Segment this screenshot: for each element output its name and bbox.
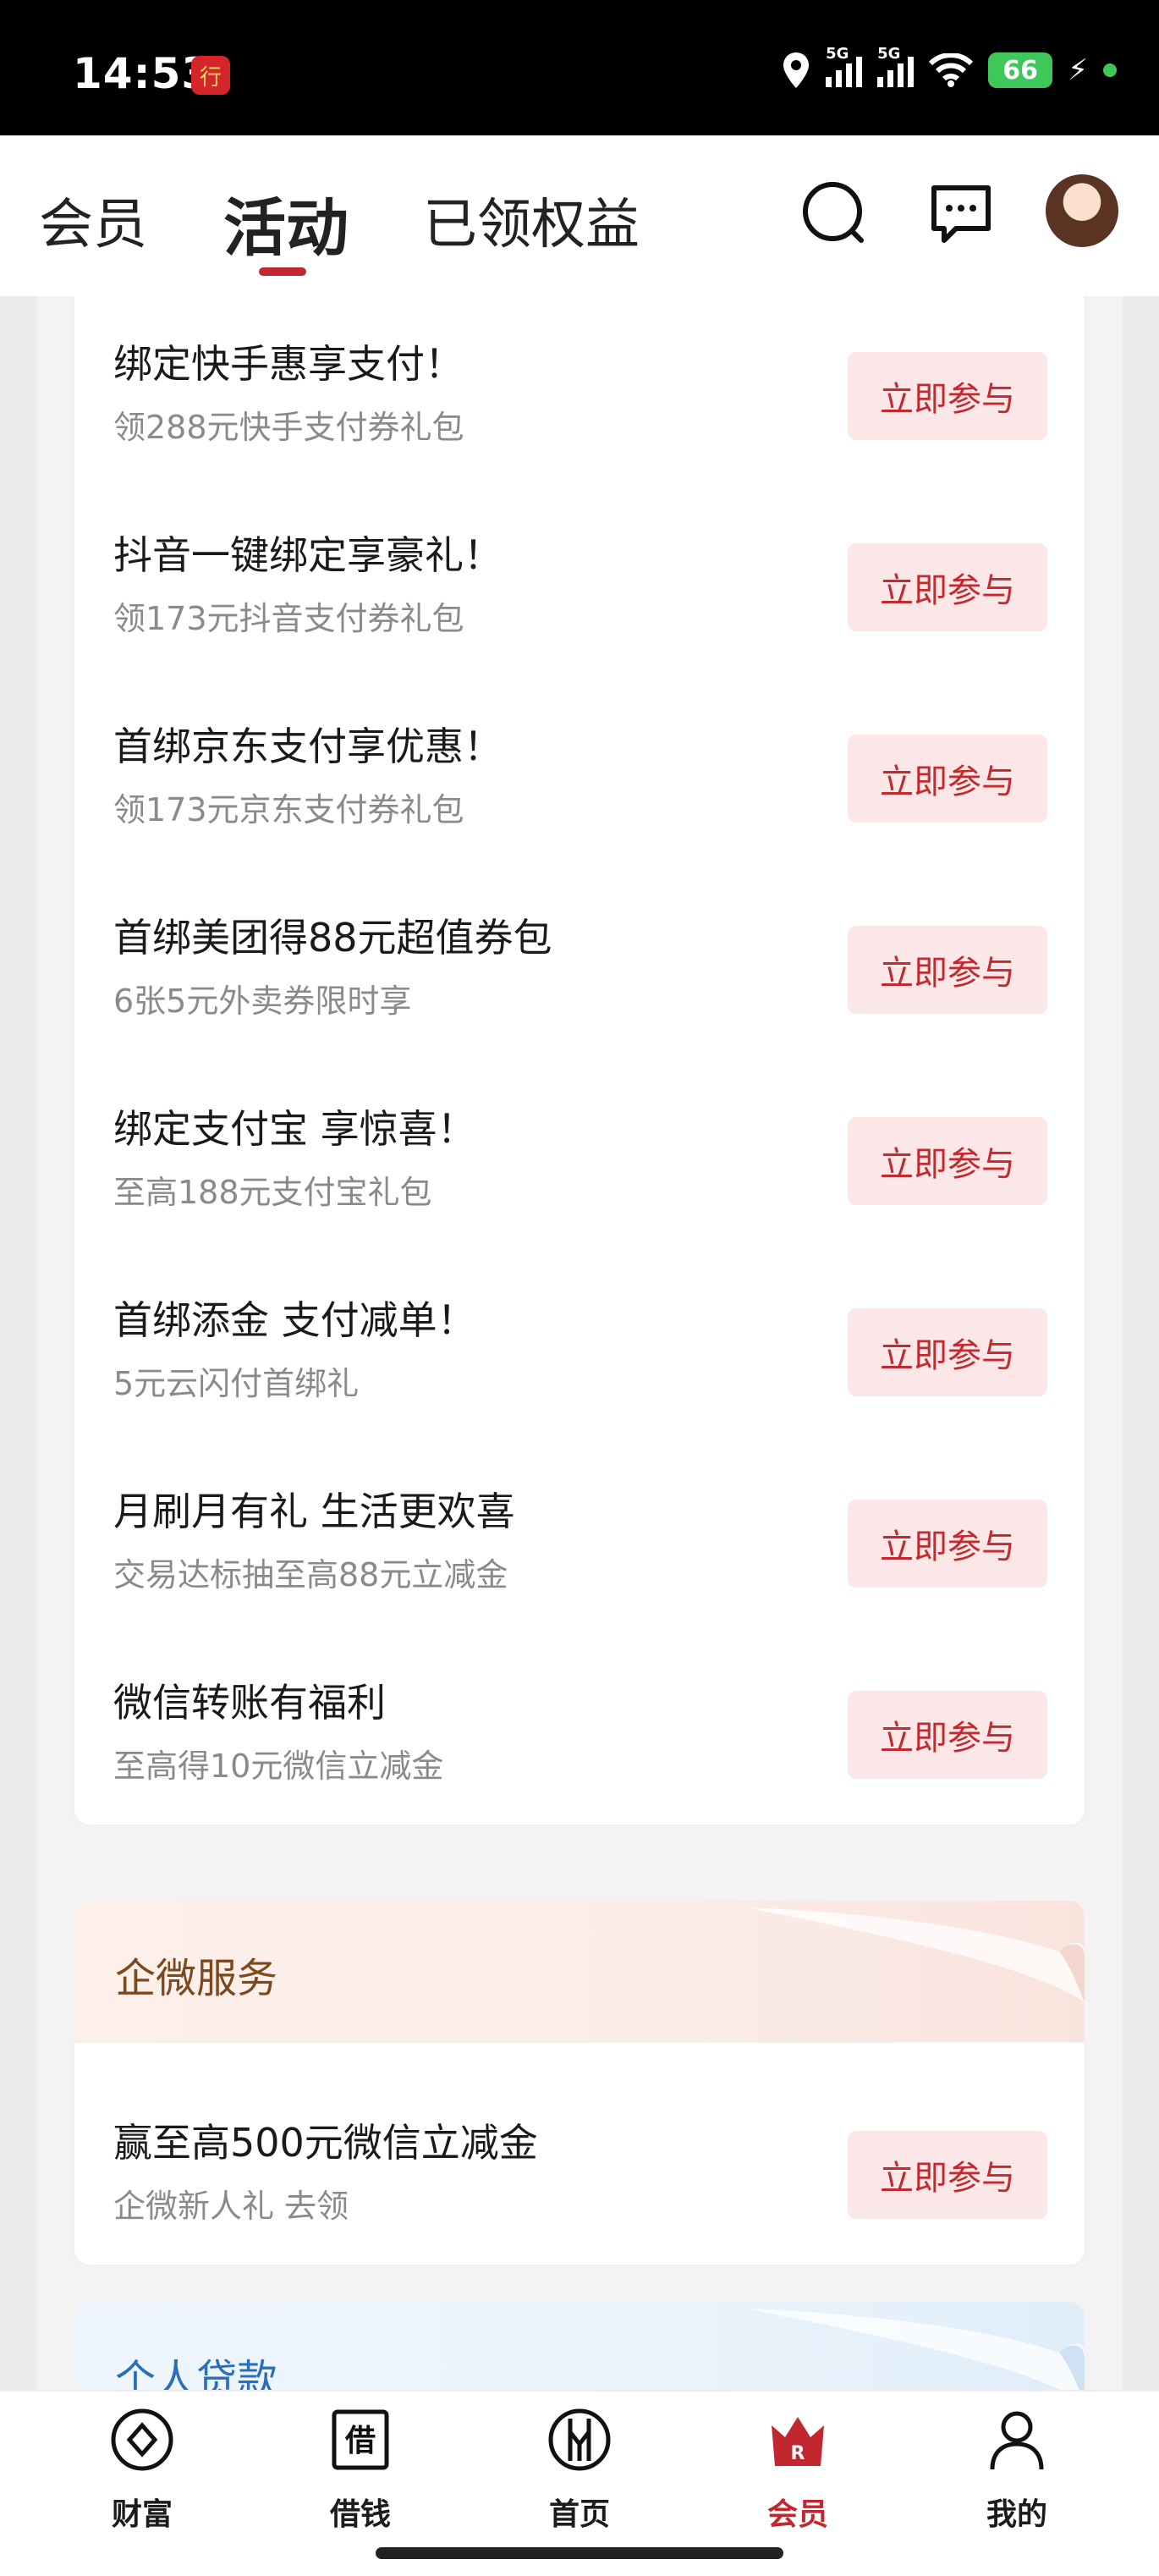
list-item: 月刷月有礼 生活更欢喜 交易达标抽至高88元立减金 立即参与 bbox=[74, 1427, 1085, 1618]
decorative-page-curl bbox=[746, 1907, 1085, 2002]
join-button[interactable]: 立即参与 bbox=[848, 543, 1047, 631]
wecom-section-title: 企微服务 bbox=[115, 1955, 278, 2002]
list-item: 绑定支付宝 享惊喜！ 至高188元支付宝礼包 立即参与 bbox=[74, 1044, 1085, 1236]
activity-title: 抖音一键绑定享豪礼！ bbox=[113, 532, 503, 578]
activity-subtitle: 领173元抖音支付券礼包 bbox=[113, 600, 464, 637]
left-edge bbox=[0, 296, 37, 2390]
profile-icon bbox=[990, 2411, 1044, 2470]
list-item: 抖音一键绑定享豪礼！ 领173元抖音支付券礼包 立即参与 bbox=[74, 471, 1085, 662]
activity-subtitle: 6张5元外卖券限时享 bbox=[113, 983, 412, 1020]
activity-title: 月刷月有礼 生活更欢喜 bbox=[113, 1489, 515, 1534]
join-button[interactable]: 立即参与 bbox=[848, 1691, 1047, 1779]
wecom-item-subtitle: 企微新人礼 去领 bbox=[113, 2188, 349, 2225]
status-bar: 14:53 行 5G 5G 66 ⚡ bbox=[0, 0, 1159, 135]
right-edge bbox=[1122, 296, 1159, 2390]
tab-claimed-benefits[interactable]: 已领权益 bbox=[423, 181, 640, 259]
activities-card: 绑定快手惠享支付！ 领288元快手支付券礼包 立即参与 抖音一键绑定享豪礼！ 领… bbox=[74, 296, 1085, 1825]
activity-subtitle: 领173元京东支付券礼包 bbox=[113, 791, 464, 828]
svg-text:R: R bbox=[791, 2443, 805, 2464]
borrow-icon: 借 bbox=[332, 2409, 389, 2470]
bank-app-icon: 行 bbox=[191, 56, 230, 95]
activity-list-scroll[interactable]: 绑定快手惠享支付！ 领288元快手支付券礼包 立即参与 抖音一键绑定享豪礼！ 领… bbox=[0, 296, 1159, 2390]
join-button[interactable]: 立即参与 bbox=[848, 352, 1047, 440]
wifi-icon bbox=[929, 53, 974, 87]
svg-text:借: 借 bbox=[344, 2424, 376, 2458]
list-item: 首绑京东支付享优惠！ 领173元京东支付券礼包 立即参与 bbox=[74, 662, 1085, 853]
top-header: 会员 活动 已领权益 bbox=[0, 135, 1159, 296]
activity-title: 绑定支付宝 享惊喜！ bbox=[113, 1106, 476, 1152]
activity-title: 绑定快手惠享支付！ bbox=[113, 341, 464, 387]
nav-profile[interactable]: 我的 bbox=[932, 2407, 1101, 2534]
nav-label: 首页 bbox=[548, 2497, 610, 2532]
join-button[interactable]: 立即参与 bbox=[848, 735, 1047, 823]
nav-label: 财富 bbox=[111, 2497, 173, 2532]
home-indicator[interactable] bbox=[376, 2547, 783, 2559]
join-button[interactable]: 立即参与 bbox=[848, 1308, 1047, 1396]
list-item: 首绑美团得88元超值券包 6张5元外卖券限时享 立即参与 bbox=[74, 853, 1085, 1044]
charging-icon: ⚡ bbox=[1068, 53, 1088, 87]
status-indicators: 5G 5G 66 ⚡ bbox=[782, 45, 1117, 90]
avatar[interactable] bbox=[1046, 174, 1118, 247]
message-icon[interactable] bbox=[927, 179, 995, 247]
wealth-icon bbox=[111, 2408, 173, 2471]
list-item: 绑定快手惠享支付！ 领288元快手支付券礼包 立即参与 bbox=[74, 296, 1085, 471]
tab-member[interactable]: 会员 bbox=[39, 181, 147, 259]
loan-section-title: 个人贷款 bbox=[115, 2356, 278, 2390]
nav-label: 借钱 bbox=[329, 2497, 391, 2532]
loan-section-header: 个人贷款 bbox=[74, 2302, 1085, 2390]
list-item: 赢至高500元微信立减金 企微新人礼 去领 立即参与 bbox=[74, 2058, 1085, 2249]
join-button[interactable]: 立即参与 bbox=[848, 1500, 1047, 1588]
nav-borrow[interactable]: 借 借钱 bbox=[276, 2407, 445, 2534]
nav-member[interactable]: R 会员 bbox=[713, 2407, 882, 2534]
search-icon[interactable] bbox=[800, 179, 868, 247]
home-icon bbox=[548, 2408, 611, 2471]
list-item: 微信转账有福利 至高得10元微信立减金 立即参与 bbox=[74, 1618, 1085, 1809]
activity-title: 首绑添金 支付减单！ bbox=[113, 1297, 476, 1343]
nav-wealth[interactable]: 财富 bbox=[58, 2407, 227, 2534]
nav-label: 我的 bbox=[986, 2497, 1047, 2532]
join-button[interactable]: 立即参与 bbox=[848, 2131, 1047, 2219]
nav-home[interactable]: 首页 bbox=[495, 2407, 664, 2534]
join-button[interactable]: 立即参与 bbox=[848, 1117, 1047, 1205]
signal-icon-2: 5G bbox=[877, 45, 915, 87]
activity-subtitle: 至高188元支付宝礼包 bbox=[113, 1174, 432, 1211]
nav-label: 会员 bbox=[766, 2497, 828, 2532]
location-icon bbox=[783, 52, 810, 88]
join-button[interactable]: 立即参与 bbox=[848, 926, 1047, 1014]
privacy-dot bbox=[1103, 63, 1117, 77]
tab-activities[interactable]: 活动 bbox=[223, 178, 349, 268]
activity-subtitle: 领288元快手支付券礼包 bbox=[113, 409, 464, 446]
activity-subtitle: 至高得10元微信立减金 bbox=[113, 1748, 444, 1785]
activity-title: 微信转账有福利 bbox=[113, 1680, 386, 1726]
wecom-card: 赢至高500元微信立减金 企微新人礼 去领 立即参与 bbox=[74, 2043, 1085, 2265]
signal-icon-1: 5G bbox=[826, 45, 863, 87]
active-tab-indicator bbox=[259, 267, 306, 276]
list-item: 首绑添金 支付减单！ 5元云闪付首绑礼 立即参与 bbox=[74, 1236, 1085, 1427]
activity-title: 首绑京东支付享优惠！ bbox=[113, 724, 503, 769]
activity-subtitle: 5元云闪付首绑礼 bbox=[113, 1365, 360, 1402]
activity-subtitle: 交易达标抽至高88元立减金 bbox=[113, 1556, 508, 1593]
wecom-item-title: 赢至高500元微信立减金 bbox=[113, 2120, 538, 2166]
battery-indicator: 66 bbox=[988, 52, 1053, 88]
decorative-page-curl bbox=[746, 2309, 1085, 2390]
activity-title: 首绑美团得88元超值券包 bbox=[113, 915, 552, 960]
member-crown-icon: R bbox=[772, 2417, 824, 2466]
wecom-section-header: 企微服务 bbox=[74, 1901, 1085, 2043]
